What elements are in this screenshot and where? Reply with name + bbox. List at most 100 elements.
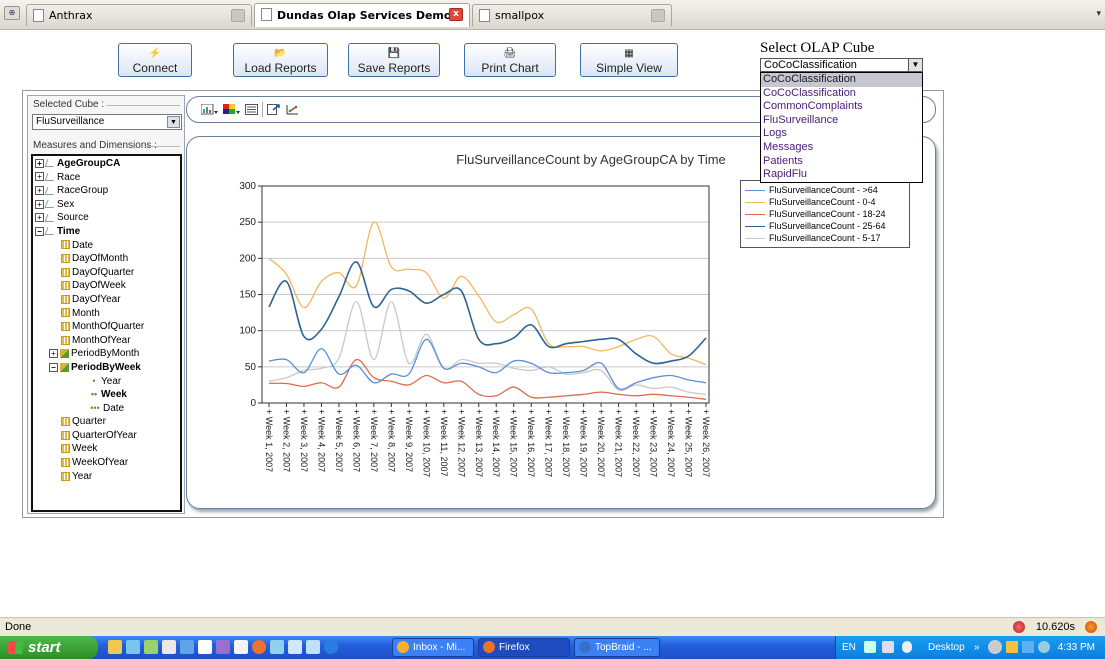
tree-node[interactable]: DayOfQuarter <box>35 266 178 280</box>
tree-node[interactable]: + Race <box>35 171 178 185</box>
expand-icon[interactable]: + <box>35 186 44 196</box>
tree-node[interactable]: Year <box>35 470 178 484</box>
chevron-right-icon[interactable]: » <box>974 636 980 659</box>
quicklaunch-app-icon[interactable] <box>288 640 302 654</box>
quicklaunch-app-icon[interactable] <box>180 640 194 654</box>
clock[interactable]: 4:33 PM <box>1058 636 1095 659</box>
tab-list-icon[interactable]: ▾ <box>1096 8 1101 19</box>
tree-node[interactable]: + Sex <box>35 198 178 212</box>
save-reports-button[interactable]: 💾 Save Reports <box>348 43 440 77</box>
dimension-icon <box>44 227 57 236</box>
tree-node[interactable]: ••• Date <box>35 402 178 416</box>
expand-icon[interactable]: + <box>35 199 44 209</box>
tree-node[interactable]: Date <box>35 239 178 253</box>
quicklaunch-app-icon[interactable] <box>162 640 176 654</box>
level-icon <box>61 444 70 454</box>
tree-node[interactable]: + AgeGroupCA <box>35 157 178 171</box>
expand-icon[interactable]: + <box>35 172 44 182</box>
tree-node[interactable]: + RaceGroup <box>35 184 178 198</box>
olap-cube-option[interactable]: FluSurveillance <box>761 114 922 128</box>
olap-cube-dropdown[interactable]: CoCoClassification CoCoClassification Comm… <box>760 72 923 183</box>
tab-anthrax[interactable]: Anthrax <box>26 4 252 26</box>
tree-node[interactable]: QuarterOfYear <box>35 429 178 443</box>
tree-node[interactable]: Week <box>35 442 178 456</box>
taskbar-item-firefox[interactable]: Firefox <box>478 638 570 657</box>
tree-node[interactable]: + Source <box>35 211 178 225</box>
quicklaunch-app-icon[interactable] <box>234 640 248 654</box>
tree-node[interactable]: •• Week <box>35 388 178 402</box>
taskbar-item-topbraid[interactable]: TopBraid - ... <box>574 638 660 657</box>
tree-node[interactable]: − PeriodByWeek <box>35 361 178 375</box>
quicklaunch-ie-icon[interactable] <box>126 640 140 654</box>
tree-node[interactable]: + PeriodByMonth <box>35 347 178 361</box>
expand-icon[interactable]: + <box>35 213 44 223</box>
quicklaunch-app-icon[interactable] <box>306 640 320 654</box>
taskbar-item-inbox[interactable]: Inbox - Mi... <box>392 638 474 657</box>
print-chart-button[interactable]: 🖨 Print Chart <box>464 43 556 77</box>
olap-cube-option[interactable]: Logs <box>761 127 922 141</box>
axis-swap-icon[interactable] <box>286 104 299 115</box>
status-text: Done <box>5 621 32 633</box>
collapse-icon[interactable]: − <box>35 226 44 236</box>
connect-button[interactable]: ⚡ Connect <box>118 43 192 77</box>
quicklaunch-app-icon[interactable] <box>324 640 338 654</box>
tree-node[interactable]: DayOfYear <box>35 293 178 307</box>
language-indicator[interactable]: EN <box>842 636 856 659</box>
selected-cube-select[interactable]: FluSurveillance ▼ <box>32 114 182 130</box>
collapse-icon[interactable]: − <box>49 362 58 372</box>
legend-label: FluSurveillanceCount - 0-4 <box>769 197 876 207</box>
back-icon[interactable] <box>988 640 1002 654</box>
olap-cube-option[interactable]: CoCoClassification <box>761 87 922 101</box>
legend-item: FluSurveillanceCount - >64 <box>745 184 905 196</box>
tray-app-icon[interactable] <box>1006 641 1018 653</box>
olap-cube-select[interactable]: CoCoClassification ▼ <box>760 58 923 72</box>
quicklaunch-outlook-icon[interactable] <box>108 640 122 654</box>
chevron-down-icon[interactable]: ▼ <box>908 59 922 71</box>
level-icon <box>61 417 70 427</box>
expand-icon[interactable]: + <box>35 158 44 168</box>
tree-node[interactable]: MonthOfYear <box>35 334 178 348</box>
expand-icon[interactable]: + <box>49 349 58 359</box>
close-tab-icon[interactable]: x <box>449 8 463 21</box>
tree-node[interactable]: DayOfWeek <box>35 279 178 293</box>
load-reports-button[interactable]: 📂 Load Reports <box>233 43 328 77</box>
keyboard-icon[interactable] <box>882 641 894 653</box>
quicklaunch-app-icon[interactable] <box>144 640 158 654</box>
quicklaunch-app-icon[interactable] <box>198 640 212 654</box>
close-tab-icon[interactable] <box>231 9 245 22</box>
tree-node[interactable]: • Year <box>35 375 178 389</box>
volume-icon[interactable] <box>1038 641 1050 653</box>
tree-node[interactable]: MonthOfQuarter <box>35 320 178 334</box>
tree-node-label: PeriodByMonth <box>71 348 140 360</box>
tab-smallpox[interactable]: smallpox <box>472 4 672 26</box>
export-icon[interactable] <box>267 104 280 115</box>
firebug-icon[interactable] <box>1085 621 1097 633</box>
palette-icon[interactable] <box>223 104 241 115</box>
desktop-toolbar-label[interactable]: Desktop <box>928 636 965 659</box>
tree-node[interactable]: Month <box>35 307 178 321</box>
olap-cube-option[interactable]: RapidFlu <box>761 168 922 182</box>
tree-node[interactable]: WeekOfYear <box>35 456 178 470</box>
pen-icon[interactable] <box>864 641 876 653</box>
quicklaunch-firefox-icon[interactable] <box>252 640 266 654</box>
tree-node[interactable]: DayOfMonth <box>35 252 178 266</box>
close-tab-icon[interactable] <box>651 9 665 22</box>
olap-cube-option[interactable]: Patients <box>761 155 922 169</box>
new-tab-icon[interactable]: ⊕ <box>4 6 20 20</box>
simple-view-button[interactable]: ▦ Simple View <box>580 43 678 77</box>
tree-node-label: MonthOfYear <box>72 334 131 346</box>
help-icon[interactable] <box>902 641 912 653</box>
tree-node[interactable]: Quarter <box>35 415 178 429</box>
dimension-tree[interactable]: + AgeGroupCA + Race + RaceGroup + Sex + Source − Ti… <box>31 154 182 512</box>
olap-cube-option[interactable]: CoCoClassification <box>761 73 922 87</box>
quicklaunch-app-icon[interactable] <box>216 640 230 654</box>
quicklaunch-app-icon[interactable] <box>270 640 284 654</box>
tab-dundas[interactable]: Dundas Olap Services Demo x <box>254 3 470 27</box>
legend-icon[interactable] <box>245 104 258 115</box>
network-icon[interactable] <box>1022 641 1034 653</box>
tree-node[interactable]: − Time <box>35 225 178 239</box>
chart-type-icon[interactable] <box>201 104 219 115</box>
olap-cube-option[interactable]: Messages <box>761 141 922 155</box>
start-button[interactable]: start <box>0 636 98 659</box>
olap-cube-option[interactable]: CommonComplaints <box>761 100 922 114</box>
